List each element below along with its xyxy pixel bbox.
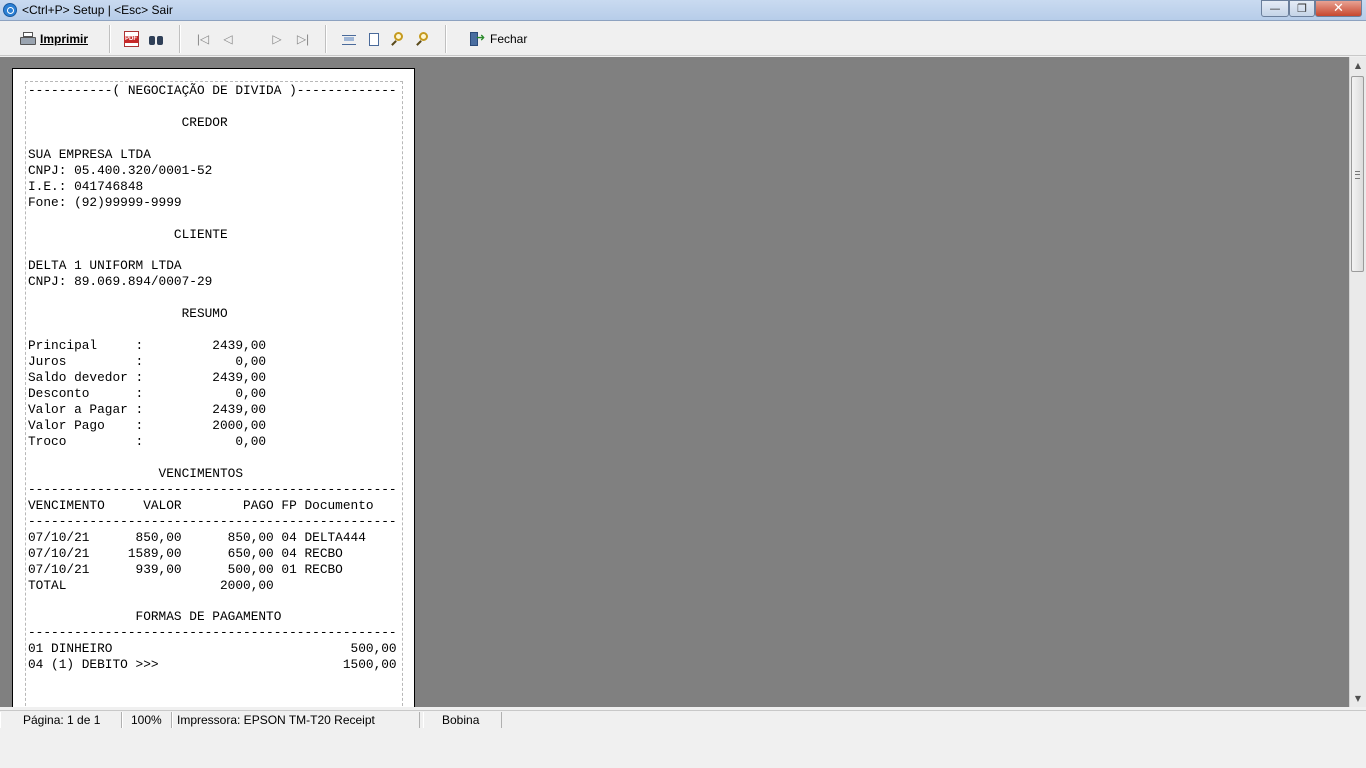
receipt-line: DELTA 1 UNIFORM LTDA (28, 258, 182, 274)
receipt-line: SUA EMPRESA LTDA (28, 146, 151, 162)
close-preview-label: Fechar (490, 32, 528, 46)
whole-page-button[interactable] (369, 28, 379, 50)
status-printer: Impressora: EPSON TM-T20 Receipt (172, 712, 420, 728)
receipt-line: -----------( NEGOCIAÇÃO DE DIVIDA )-----… (28, 83, 397, 98)
export-pdf-button[interactable]: PDF (124, 28, 139, 50)
scroll-up-button[interactable]: ▲ (1350, 57, 1366, 74)
status-mode: Bobina (423, 712, 502, 728)
status-page: Página: 1 de 1 (0, 712, 122, 728)
window-title: <Ctrl+P> Setup | <Esc> Sair (22, 3, 173, 17)
first-page-button[interactable]: |◁ (195, 28, 211, 50)
receipt-line: CLIENTE (28, 226, 228, 242)
receipt-line (28, 99, 397, 115)
vertical-scrollbar[interactable]: ▲ ▼ (1349, 57, 1366, 707)
zoom-out-button[interactable] (416, 28, 430, 50)
close-preview-button[interactable]: Fechar (469, 28, 527, 50)
minimize-button[interactable]: — (1261, 0, 1289, 17)
find-button[interactable] (148, 28, 164, 50)
receipt-line: VENCIMENTOS (28, 465, 244, 481)
receipt-line: VENCIMENTO VALOR PAGO FP Documento (28, 497, 374, 513)
toolbar: Imprimir PDF |◁ ◁ ▷ ▷| Fechar (0, 21, 1366, 56)
toolbar-separator (179, 25, 181, 53)
grip-icon (1355, 171, 1360, 179)
status-bar: Página: 1 de 1 100% Impressora: EPSON TM… (0, 710, 1366, 728)
receipt-text: -----------( NEGOCIAÇÃO DE DIVIDA )-----… (28, 83, 397, 673)
receipt-line: Juros : 0,00 (28, 354, 267, 370)
maximize-icon: ❐ (1297, 2, 1307, 15)
receipt-line (28, 450, 397, 466)
receipt-line: TOTAL 2000,00 (28, 577, 274, 593)
toolbar-separator (325, 25, 327, 53)
receipt-line (28, 322, 397, 338)
receipt-line: I.E.: 041746848 (28, 178, 144, 194)
receipt-line: Valor Pago : 2000,00 (28, 418, 267, 434)
last-page-icon: ▷| (296, 32, 310, 46)
arrow-up-icon: ▲ (1354, 61, 1362, 70)
exit-door-icon (469, 31, 485, 47)
receipt-line: Desconto : 0,00 (28, 386, 267, 402)
receipt-line: 07/10/21 850,00 850,00 04 DELTA444 (28, 529, 366, 545)
receipt-line: Troco : 0,00 (28, 433, 267, 449)
receipt-line: RESUMO (28, 306, 228, 322)
receipt-line: ----------------------------------------… (28, 513, 397, 529)
toolbar-separator (109, 25, 111, 53)
receipt-line: ----------------------------------------… (28, 481, 397, 497)
receipt-line: Fone: (92)99999-9999 (28, 194, 182, 210)
receipt-line: Principal : 2439,00 (28, 338, 267, 354)
receipt-line (28, 131, 397, 147)
printer-icon (20, 32, 36, 46)
receipt-line: FORMAS DE PAGAMENTO (28, 609, 282, 625)
receipt-line: Saldo devedor : 2439,00 (28, 370, 267, 386)
scroll-down-button[interactable]: ▼ (1350, 690, 1366, 707)
receipt-line: 07/10/21 939,00 500,00 01 RECBO (28, 561, 343, 577)
toolbar-separator (445, 25, 447, 53)
receipt-line (28, 290, 397, 306)
receipt-line: CNPJ: 05.400.320/0001-52 (28, 162, 213, 178)
maximize-button[interactable]: ❐ (1289, 0, 1315, 17)
prev-page-button[interactable]: ◁ (220, 28, 236, 50)
zoom-in-button[interactable] (391, 28, 405, 50)
status-zoom: 100% (122, 712, 172, 728)
receipt-line: CNPJ: 89.069.894/0007-29 (28, 274, 213, 290)
app-icon (3, 3, 17, 17)
receipt-line: 07/10/21 1589,00 650,00 04 RECBO (28, 545, 343, 561)
receipt-line (28, 243, 397, 259)
close-window-button[interactable]: ✕ (1315, 0, 1362, 17)
next-page-button[interactable]: ▷ (269, 28, 285, 50)
receipt-line: ----------------------------------------… (28, 625, 397, 641)
zoom-out-icon (416, 32, 430, 46)
preview-area[interactable]: -----------( NEGOCIAÇÃO DE DIVIDA )-----… (0, 57, 1349, 707)
close-icon: ✕ (1333, 1, 1344, 16)
next-page-icon: ▷ (272, 32, 282, 46)
binoculars-icon (148, 32, 164, 46)
last-page-button[interactable]: ▷| (295, 28, 311, 50)
minimize-icon: — (1269, 2, 1281, 15)
pdf-icon: PDF (124, 31, 139, 47)
print-label: Imprimir (40, 32, 89, 46)
arrow-down-icon: ▼ (1354, 694, 1362, 703)
page-width-button[interactable] (341, 28, 357, 50)
print-button[interactable]: Imprimir (20, 28, 88, 50)
receipt-page: -----------( NEGOCIAÇÃO DE DIVIDA )-----… (12, 68, 415, 707)
first-page-icon: |◁ (196, 32, 210, 46)
receipt-line: 04 (1) DEBITO >>> 1500,00 (28, 657, 397, 673)
whole-page-icon (369, 32, 379, 46)
receipt-line: 01 DINHEIRO 500,00 (28, 641, 397, 657)
prev-page-icon: ◁ (223, 32, 233, 46)
zoom-in-icon (391, 32, 405, 46)
page-width-icon (341, 32, 357, 46)
receipt-line: CREDOR (28, 114, 228, 130)
scroll-thumb[interactable] (1351, 76, 1364, 272)
title-bar: <Ctrl+P> Setup | <Esc> Sair — ❐ ✕ (0, 0, 1366, 21)
receipt-line: Valor a Pagar : 2439,00 (28, 402, 267, 418)
receipt-line (28, 594, 397, 610)
receipt-line (28, 211, 397, 227)
